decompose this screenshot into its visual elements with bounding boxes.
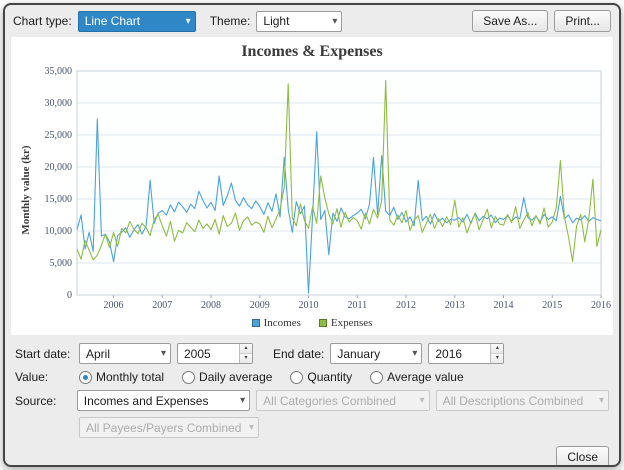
spin-down-icon[interactable]: ▾ (240, 354, 252, 363)
chart-type-select[interactable]: Line Chart ▾ (78, 11, 196, 32)
radio-daily-average[interactable]: Daily average (182, 370, 272, 384)
value-type-row: Value: Monthly total Daily average Quant… (15, 370, 609, 384)
chart-type-label: Chart type: (13, 14, 72, 28)
descriptions-value: All Descriptions Combined (443, 394, 584, 408)
spinner-buttons: ▴ ▾ (239, 344, 252, 363)
close-button[interactable]: Close (556, 446, 609, 467)
svg-text:30,000: 30,000 (45, 98, 73, 109)
svg-text:2016: 2016 (591, 300, 611, 311)
svg-text:15,000: 15,000 (45, 194, 73, 205)
chevron-down-icon: ▾ (161, 348, 166, 359)
controls-panel: Start date: April ▾ 2005 ▴ ▾ End date: J… (5, 335, 619, 444)
svg-text:2012: 2012 (396, 300, 416, 311)
source-row: Source: Incomes and Expenses ▾ All Categ… (15, 390, 609, 411)
svg-text:2014: 2014 (494, 300, 514, 311)
spin-up-icon[interactable]: ▴ (240, 344, 252, 354)
end-month-value: January (337, 347, 380, 361)
spinner-buttons: ▴ ▾ (490, 344, 503, 363)
chart-body: Monthly value (kr) 0 5,000 10,000 15,000 20,… (13, 65, 611, 315)
svg-text:2007: 2007 (152, 300, 172, 311)
chart-type-value: Line Chart (85, 14, 140, 28)
end-year-value: 2016 (429, 344, 490, 363)
radio-quantity[interactable]: Quantity (290, 370, 352, 384)
radio-unselected-icon (182, 371, 195, 384)
radio-monthly-total[interactable]: Monthly total (79, 370, 164, 384)
line-chart: 0 5,000 10,000 15,000 20,000 25,000 30,000 35,0… (29, 65, 617, 315)
print-button[interactable]: Print... (554, 10, 611, 32)
legend-item-expenses: Expenses (319, 317, 373, 329)
payees-select: All Payees/Payers Combined ▾ (79, 417, 259, 438)
svg-text:2011: 2011 (347, 300, 367, 311)
end-date-label: End date: (273, 347, 324, 361)
chevron-down-icon: ▾ (412, 348, 417, 359)
svg-text:25,000: 25,000 (45, 130, 73, 141)
svg-text:0: 0 (67, 290, 72, 301)
chevron-down-icon: ▾ (599, 395, 604, 406)
svg-text:2013: 2013 (445, 300, 465, 311)
theme-value: Light (263, 14, 289, 28)
date-range-row: Start date: April ▾ 2005 ▴ ▾ End date: J… (15, 343, 609, 364)
svg-text:35,000: 35,000 (45, 66, 73, 77)
legend-label-incomes: Incomes (264, 317, 301, 329)
start-year-spinner[interactable]: 2005 ▴ ▾ (177, 343, 253, 364)
legend-item-incomes: Incomes (252, 317, 301, 329)
chart-legend: Incomes Expenses (13, 315, 611, 333)
radio-selected-icon (79, 371, 92, 384)
spin-down-icon[interactable]: ▾ (491, 354, 503, 363)
svg-text:2006: 2006 (104, 300, 124, 311)
start-year-value: 2005 (178, 344, 239, 363)
chart-panel: Incomes & Expenses Monthly value (kr) 0 5… (11, 37, 613, 335)
chevron-down-icon: ▾ (186, 16, 191, 27)
radio-average-value[interactable]: Average value (370, 370, 464, 384)
chart-title: Incomes & Expenses (13, 41, 611, 65)
incomes-swatch-icon (252, 319, 260, 327)
y-axis-label: Monthly value (kr) (20, 125, 32, 255)
theme-select[interactable]: Light ▾ (256, 11, 342, 32)
radio-unselected-icon (290, 371, 303, 384)
chevron-down-icon: ▾ (332, 16, 337, 27)
svg-text:2015: 2015 (542, 300, 562, 311)
source-label: Source: (15, 394, 71, 408)
legend-label-expenses: Expenses (331, 317, 373, 329)
chart-dialog: Chart type: Line Chart ▾ Theme: Light ▾ … (3, 3, 621, 467)
source-value: Incomes and Expenses (84, 394, 209, 408)
start-month-select[interactable]: April ▾ (79, 343, 171, 364)
svg-text:10,000: 10,000 (45, 226, 73, 237)
radio-quantity-label: Quantity (307, 370, 352, 384)
expenses-swatch-icon (319, 319, 327, 327)
chevron-down-icon: ▾ (249, 422, 254, 433)
start-month-value: April (86, 347, 110, 361)
toolbar: Chart type: Line Chart ▾ Theme: Light ▾ … (5, 5, 619, 37)
svg-text:2010: 2010 (299, 300, 319, 311)
end-year-spinner[interactable]: 2016 ▴ ▾ (428, 343, 504, 364)
svg-text:2008: 2008 (201, 300, 221, 311)
descriptions-select: All Descriptions Combined ▾ (436, 390, 609, 411)
chevron-down-icon: ▾ (240, 395, 245, 406)
svg-text:2009: 2009 (250, 300, 270, 311)
close-row: Close (5, 444, 619, 467)
radio-unselected-icon (370, 371, 383, 384)
save-as-button[interactable]: Save As... (472, 10, 548, 32)
end-month-select[interactable]: January ▾ (330, 343, 422, 364)
source-select[interactable]: Incomes and Expenses ▾ (77, 390, 250, 411)
categories-value: All Categories Combined (263, 394, 396, 408)
radio-monthly-total-label: Monthly total (96, 370, 164, 384)
start-date-label: Start date: (15, 347, 73, 361)
payees-row: All Payees/Payers Combined ▾ (15, 417, 609, 438)
chevron-down-icon: ▾ (420, 395, 425, 406)
spin-up-icon[interactable]: ▴ (491, 344, 503, 354)
theme-label: Theme: (210, 14, 251, 28)
payees-value: All Payees/Payers Combined (86, 421, 241, 435)
categories-select: All Categories Combined ▾ (256, 390, 429, 411)
radio-daily-average-label: Daily average (199, 370, 272, 384)
svg-text:5,000: 5,000 (50, 258, 73, 269)
value-label: Value: (15, 370, 73, 384)
radio-average-value-label: Average value (387, 370, 464, 384)
svg-text:20,000: 20,000 (45, 162, 73, 173)
